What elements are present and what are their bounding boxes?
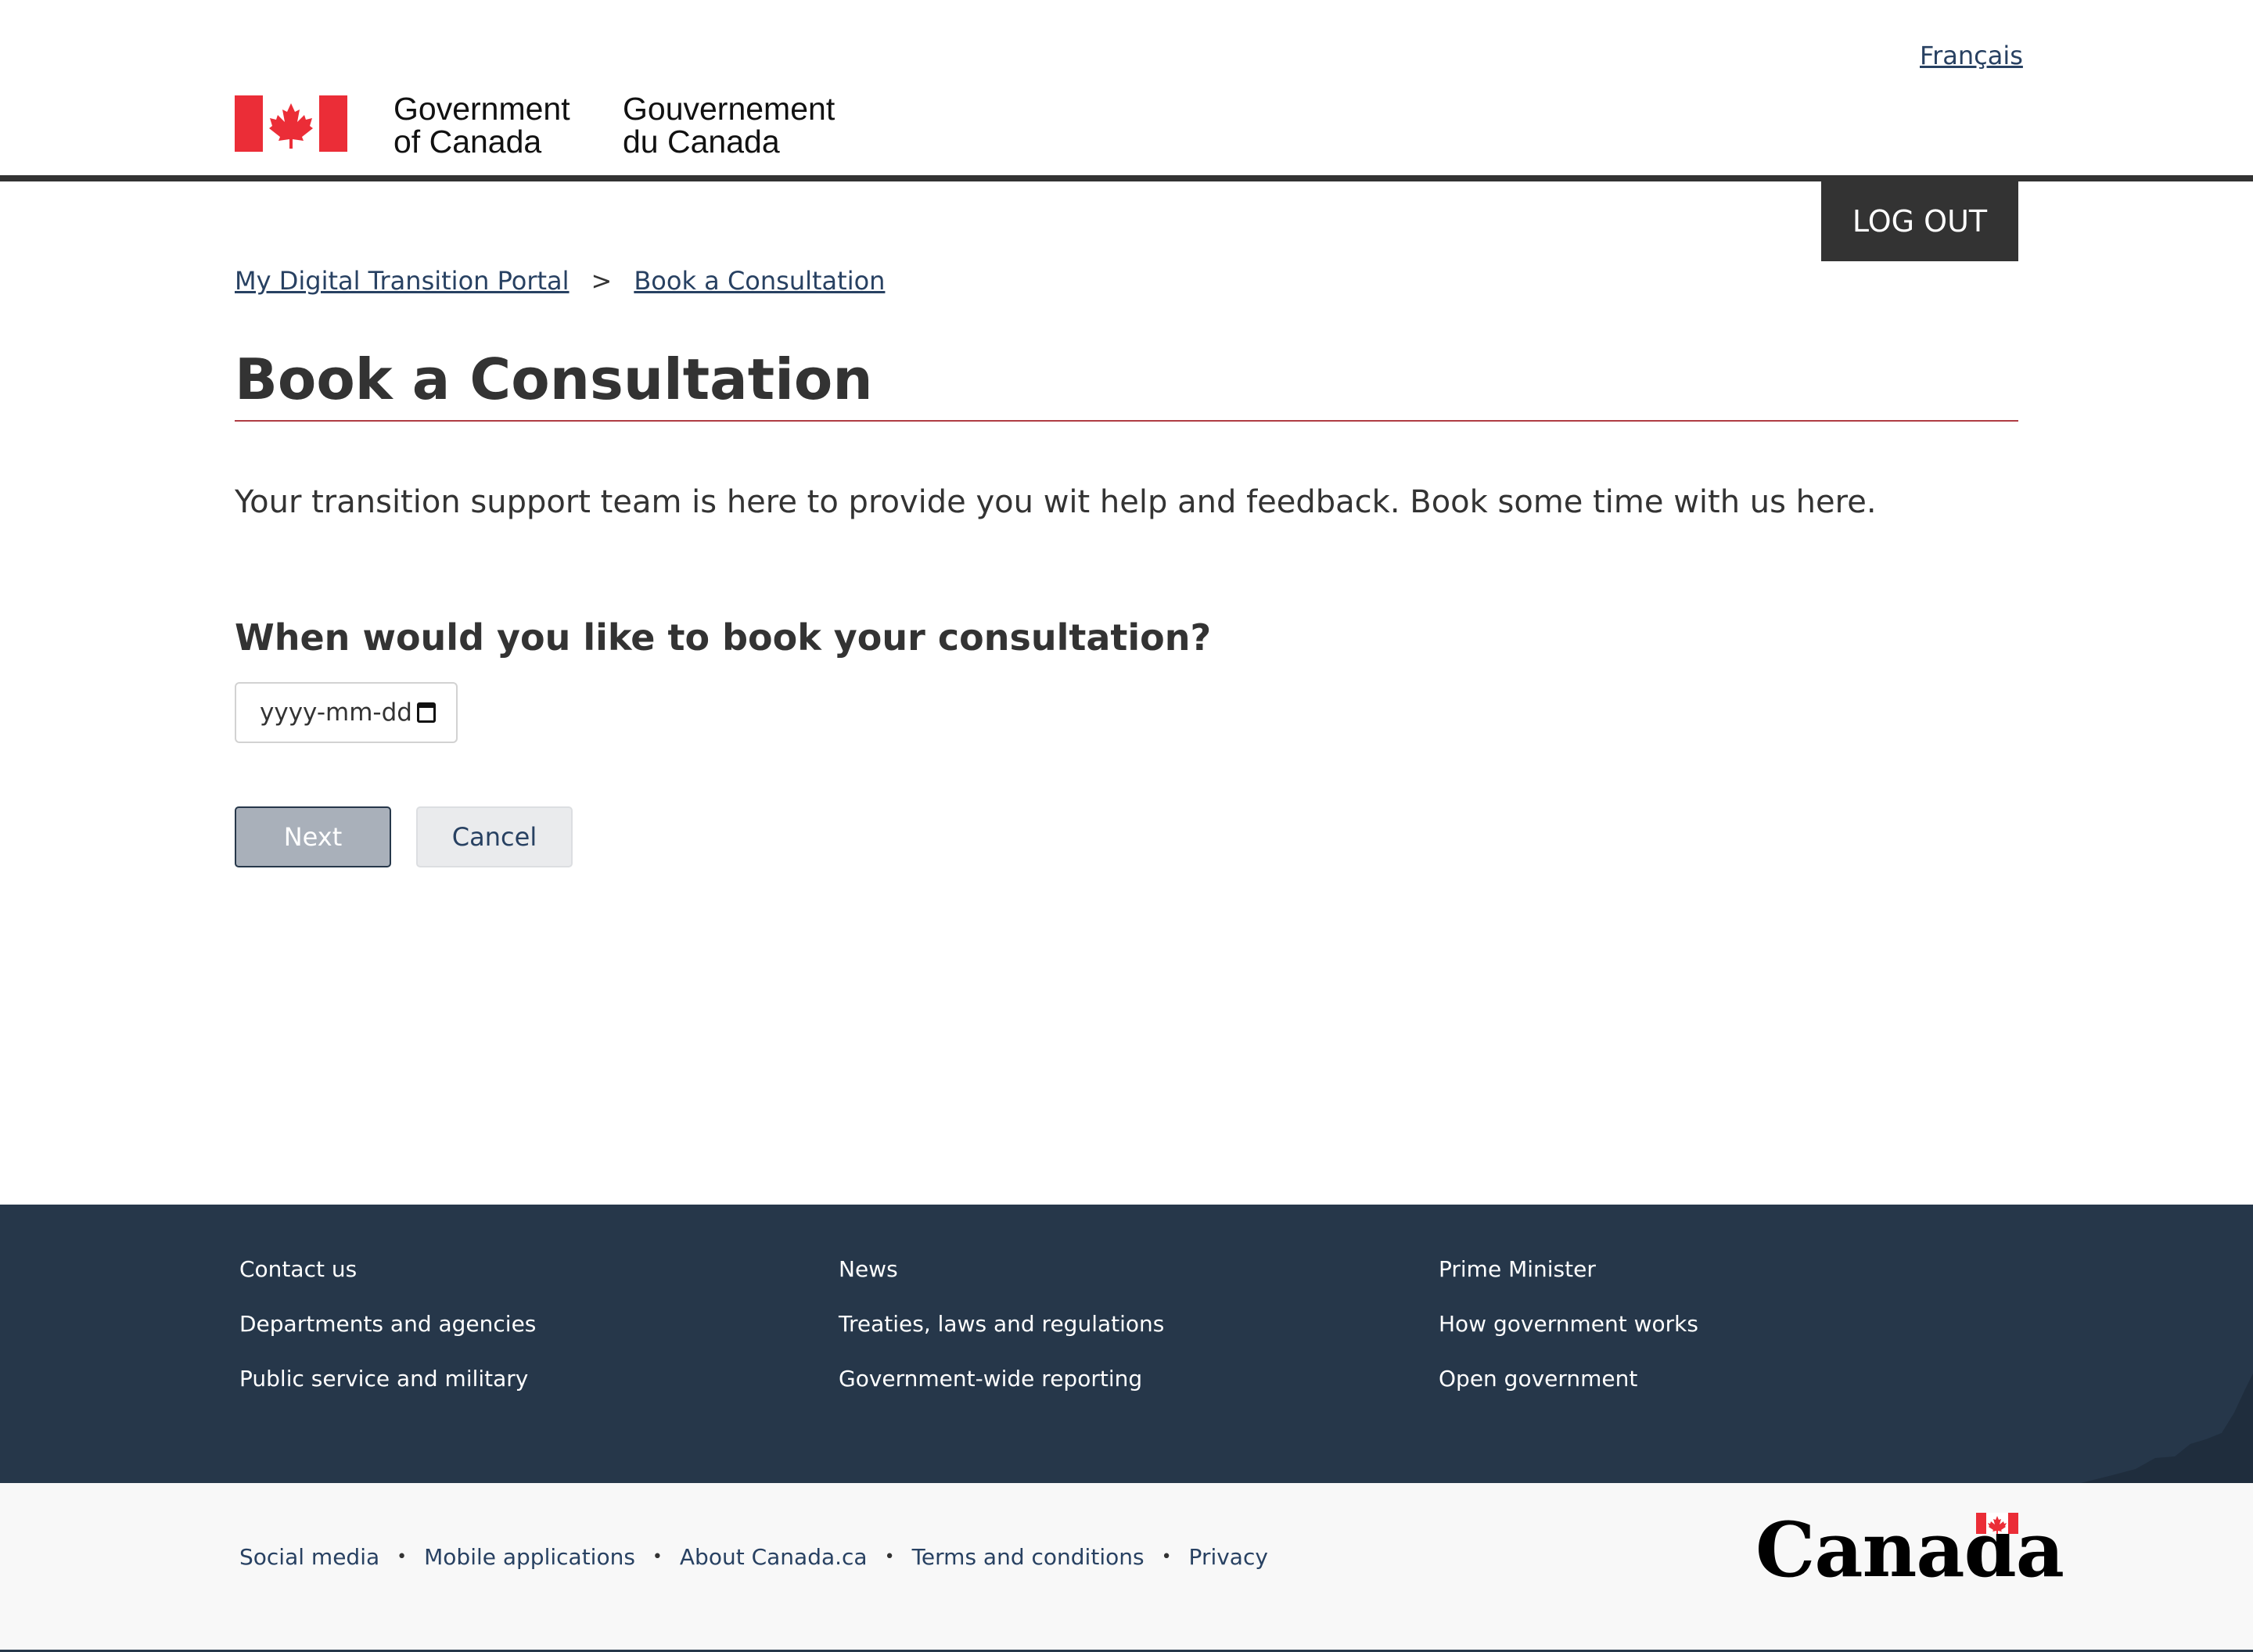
footer-column-2: News Treaties, laws and regulations Gove… [839,1256,1164,1420]
footer-main: Contact us Departments and agencies Publ… [0,1205,2253,1483]
date-placeholder: yyyy-mm-dd [260,699,412,727]
wordmark-french: Gouvernement du Canada [623,92,835,158]
footer-link-treaties[interactable]: Treaties, laws and regulations [839,1311,1164,1337]
footer-link-open-government[interactable]: Open government [1439,1366,1637,1392]
footer-link-reporting[interactable]: Government-wide reporting [839,1366,1142,1392]
footer-link-prime-minister[interactable]: Prime Minister [1439,1256,1596,1282]
bullet-separator: • [1161,1547,1172,1567]
footer-sub: Social media • Mobile applications • Abo… [0,1483,2253,1652]
calendar-icon[interactable] [417,702,436,723]
footer-column-3: Prime Minister How government works Open… [1439,1256,1698,1420]
bullet-separator: • [652,1547,663,1567]
footer-link-contact-us[interactable]: Contact us [239,1256,357,1282]
wordmark-fr-line2: du Canada [623,124,780,160]
title-underline [235,420,2018,422]
wordmark-en-line1: Government [393,91,570,127]
footer-link-privacy[interactable]: Privacy [1189,1544,1268,1570]
date-question-label: When would you like to book your consult… [235,616,1212,659]
footer-column-1: Contact us Departments and agencies Publ… [239,1256,536,1420]
footer-link-news[interactable]: News [839,1256,898,1282]
breadcrumb-separator: > [591,266,613,296]
wordmark-english: Government of Canada [393,92,570,158]
next-button[interactable]: Next [235,806,391,867]
bullet-separator: • [884,1547,895,1567]
parliament-landscape-icon [2081,1374,2253,1483]
footer-link-public-service[interactable]: Public service and military [239,1366,528,1392]
logout-button[interactable]: LOG OUT [1821,181,2018,261]
footer-link-how-government-works[interactable]: How government works [1439,1311,1698,1337]
footer-link-departments[interactable]: Departments and agencies [239,1311,536,1337]
canada-flag-icon [235,95,347,152]
footer-corporate-links: Social media • Mobile applications • Abo… [239,1544,1268,1570]
header-divider [0,175,2253,181]
page-title: Book a Consultation [235,347,873,412]
language-toggle-link[interactable]: Français [1920,41,2023,70]
canada-wordmark-flag-icon [1976,1513,2018,1534]
footer-link-terms[interactable]: Terms and conditions [912,1544,1144,1570]
footer-link-social-media[interactable]: Social media [239,1544,379,1570]
wordmark-fr-line1: Gouvernement [623,91,835,127]
footer-link-mobile-apps[interactable]: Mobile applications [424,1544,635,1570]
breadcrumb: My Digital Transition Portal > Book a Co… [235,266,885,296]
government-of-canada-signature: Government of Canada Gouvernement du Can… [235,92,835,158]
footer-link-about-canada[interactable]: About Canada.ca [680,1544,868,1570]
wordmark-en-line2: of Canada [393,124,542,160]
intro-text: Your transition support team is here to … [235,484,1877,520]
breadcrumb-link-book-consultation[interactable]: Book a Consultation [634,266,885,296]
bullet-separator: • [397,1547,408,1567]
cancel-button[interactable]: Cancel [416,806,573,867]
consultation-date-input[interactable]: yyyy-mm-dd [235,682,458,743]
breadcrumb-link-portal[interactable]: My Digital Transition Portal [235,266,570,296]
